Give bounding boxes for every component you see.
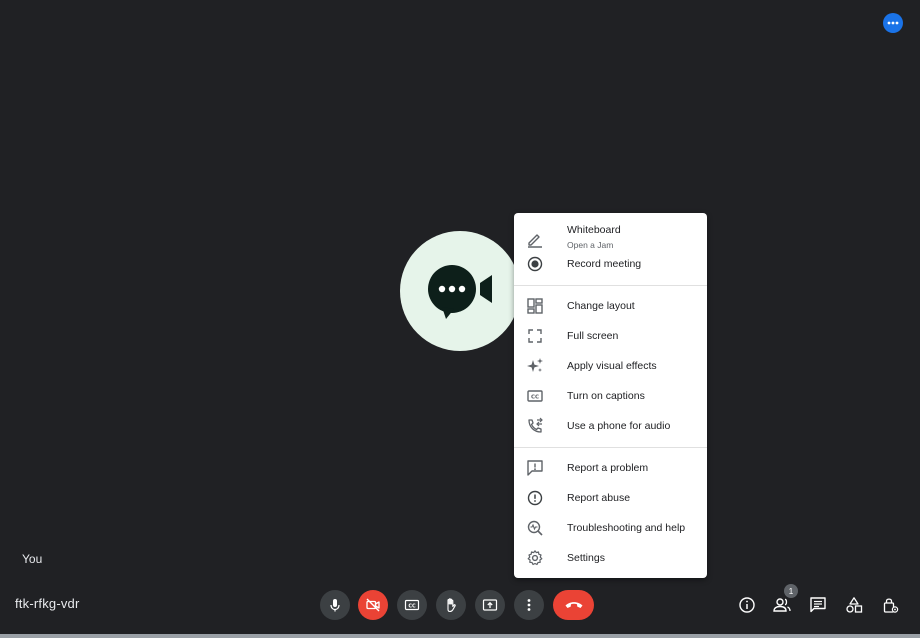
menu-item-record-meeting[interactable]: Record meeting: [514, 250, 707, 278]
menu-item-label: Use a phone for audio: [567, 420, 671, 432]
svg-text:CC: CC: [531, 395, 539, 401]
troubleshoot-icon: [526, 519, 544, 537]
menu-item-phone-audio[interactable]: Use a phone for audio: [514, 412, 707, 440]
layout-icon: [526, 297, 544, 315]
menu-item-label: Record meeting: [567, 258, 642, 270]
record-icon: [526, 255, 544, 273]
menu-item-label: Report abuse: [567, 492, 631, 504]
more-vertical-icon: [527, 599, 531, 611]
menu-item-report-problem[interactable]: Report a problem: [514, 454, 707, 482]
menu-item-sublabel: Open a Jam: [567, 240, 614, 250]
svg-text:CC: CC: [408, 603, 416, 609]
present-icon: [482, 599, 498, 611]
pencil-icon: [526, 230, 544, 248]
meet-logo-icon: [428, 265, 492, 319]
more-options-menu: Whiteboard Open a Jam Record meeting Cha…: [514, 213, 707, 578]
meeting-details-button[interactable]: [735, 593, 759, 617]
activities-icon: [846, 597, 863, 613]
chat-icon: [810, 597, 826, 613]
menu-item-full-screen[interactable]: Full screen: [514, 322, 707, 350]
phone-icon: [526, 417, 544, 435]
meeting-stage: You ftk-rfkg-vdr Whiteboard Open a Jam R…: [0, 0, 920, 638]
menu-item-report-abuse[interactable]: Report abuse: [514, 484, 707, 512]
menu-divider: [514, 285, 707, 286]
top-more-options-button[interactable]: [883, 13, 903, 33]
captions-icon: CC: [404, 599, 420, 611]
window-bottom-edge: [0, 634, 920, 638]
menu-item-label: Apply visual effects: [567, 360, 657, 372]
meeting-code: ftk-rfkg-vdr: [15, 596, 80, 611]
self-name-label: You: [22, 552, 43, 566]
gear-icon: [526, 549, 544, 567]
chat-button[interactable]: [806, 593, 830, 617]
menu-item-change-layout[interactable]: Change layout: [514, 292, 707, 320]
more-options-button[interactable]: [514, 590, 544, 620]
activities-button[interactable]: [842, 593, 866, 617]
hand-raise-icon: [447, 598, 456, 613]
menu-item-label: Full screen: [567, 330, 619, 342]
menu-item-settings[interactable]: Settings: [514, 544, 707, 572]
leave-call-button[interactable]: [553, 590, 594, 620]
menu-item-captions[interactable]: CC Turn on captions: [514, 382, 707, 410]
menu-item-label: Report a problem: [567, 462, 649, 474]
more-horizontal-icon: [887, 21, 899, 25]
menu-item-label: Change layout: [567, 300, 635, 312]
captions-icon: CC: [526, 387, 544, 405]
menu-item-label: Troubleshooting and help: [567, 522, 686, 534]
microphone-icon: [330, 599, 340, 612]
present-screen-button[interactable]: [475, 590, 505, 620]
camera-toggle-button[interactable]: [358, 590, 388, 620]
sparkle-icon: [526, 357, 544, 375]
raise-hand-button[interactable]: [436, 590, 466, 620]
info-icon: [739, 597, 755, 613]
camera-off-icon: [366, 598, 380, 612]
feedback-icon: [526, 459, 544, 477]
participant-count-badge: 1: [784, 584, 798, 598]
alert-icon: [526, 489, 544, 507]
people-icon: [773, 598, 791, 612]
menu-divider: [514, 447, 707, 448]
menu-item-label: Turn on captions: [567, 390, 645, 402]
meet-avatar: [400, 231, 520, 351]
menu-item-troubleshooting[interactable]: Troubleshooting and help: [514, 514, 707, 542]
fullscreen-icon: [526, 327, 544, 345]
menu-item-visual-effects[interactable]: Apply visual effects: [514, 352, 707, 380]
captions-button[interactable]: CC: [397, 590, 427, 620]
hang-up-icon: [565, 602, 582, 608]
microphone-button[interactable]: [320, 590, 350, 620]
menu-item-label: Settings: [567, 552, 605, 564]
menu-item-label: Whiteboard: [567, 224, 621, 236]
host-controls-icon: [883, 598, 899, 613]
host-controls-button[interactable]: [878, 593, 902, 617]
